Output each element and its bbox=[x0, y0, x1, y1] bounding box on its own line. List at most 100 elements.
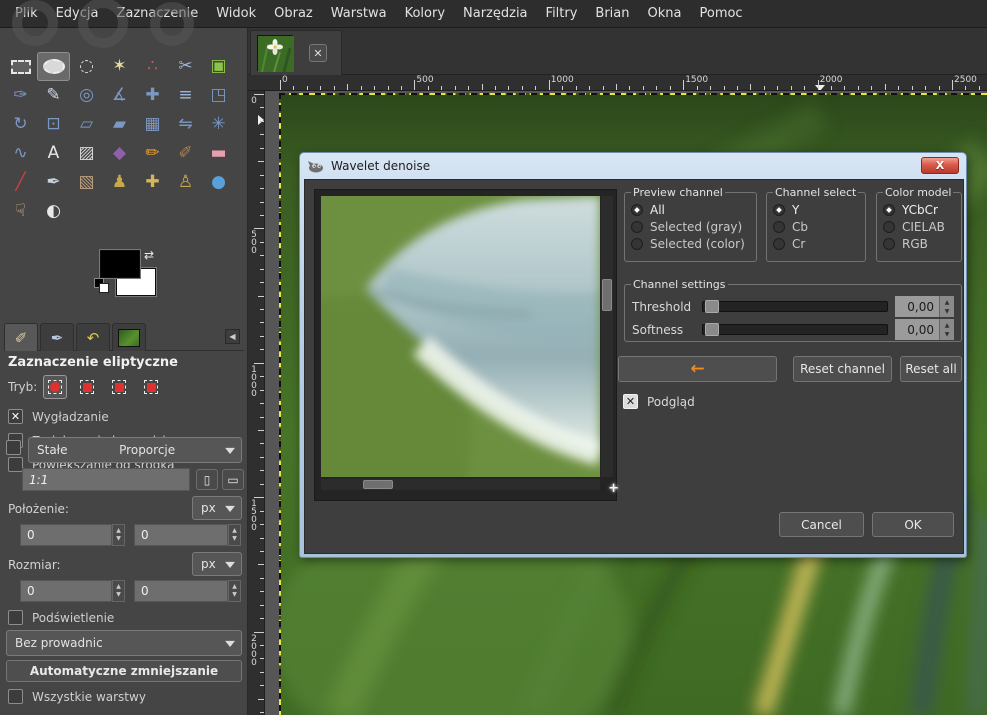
menu-brian[interactable]: Brian bbox=[586, 0, 638, 28]
position-x-field[interactable]: 0 bbox=[20, 524, 112, 546]
preview-checkbox[interactable]: ✕ bbox=[623, 394, 638, 409]
position-y-field[interactable]: 0 bbox=[134, 524, 228, 546]
mode-subtract-button[interactable] bbox=[107, 375, 131, 399]
tab-undo-history[interactable]: ↶ bbox=[76, 323, 110, 351]
clone-tool[interactable]: ♟ bbox=[103, 168, 136, 197]
checkbox-2[interactable] bbox=[8, 457, 23, 472]
radio-option-y[interactable]: Y bbox=[773, 201, 859, 218]
image-tab-close-icon[interactable]: ✕ bbox=[309, 44, 327, 62]
portrait-icon-button[interactable]: ▯ bbox=[196, 469, 218, 490]
heal-tool[interactable]: ✚ bbox=[136, 168, 169, 197]
bucket-fill-tool[interactable]: ▨ bbox=[70, 139, 103, 168]
rect-select-tool[interactable] bbox=[4, 52, 37, 81]
radio-option-selected-color-[interactable]: Selected (color) bbox=[631, 235, 750, 252]
apply-channel-button[interactable]: ← bbox=[618, 356, 777, 382]
cage-transform-tool[interactable]: ✳ bbox=[202, 110, 235, 139]
landscape-icon-button[interactable]: ▭ bbox=[222, 469, 244, 490]
radio-option-cielab[interactable]: CIELAB bbox=[883, 218, 955, 235]
radio-option-cb[interactable]: Cb bbox=[773, 218, 859, 235]
mode-add-button[interactable] bbox=[75, 375, 99, 399]
measure-tool[interactable]: ∡ bbox=[103, 81, 136, 110]
fuzzy-select-tool[interactable]: ✶ bbox=[103, 52, 136, 81]
reset-channel-button[interactable]: Reset channel bbox=[793, 356, 892, 382]
crop-tool[interactable]: ◳ bbox=[202, 81, 235, 110]
fixed-dropdown[interactable]: Stałe Proporcje ▼ bbox=[28, 437, 242, 463]
blur-tool[interactable]: ● bbox=[202, 168, 235, 197]
reset-all-button[interactable]: Reset all bbox=[900, 356, 962, 382]
dock-collapse-button[interactable]: ◀ bbox=[225, 329, 240, 344]
preview-horizontal-scrollbar[interactable] bbox=[321, 479, 600, 490]
scale-tool[interactable]: ⊡ bbox=[37, 110, 70, 139]
vertical-ruler[interactable]: 0500100015002000 bbox=[248, 91, 265, 715]
warp-tool[interactable]: ∿ bbox=[4, 139, 37, 168]
paintbrush-tool[interactable]: ✐ bbox=[169, 139, 202, 168]
3d-transform-tool[interactable]: ▦ bbox=[136, 110, 169, 139]
highlight-checkbox[interactable] bbox=[8, 610, 23, 625]
ink-tool[interactable]: ✒ bbox=[37, 168, 70, 197]
menu-okna[interactable]: Okna bbox=[639, 0, 691, 28]
preview-navigation-icon[interactable]: + bbox=[608, 481, 619, 496]
radio-option-all[interactable]: All bbox=[631, 201, 750, 218]
mypaint-brush-tool[interactable]: ▧ bbox=[70, 168, 103, 197]
menu-kolory[interactable]: Kolory bbox=[396, 0, 454, 28]
mode-replace-button[interactable] bbox=[43, 375, 67, 399]
pencil-tool[interactable]: ✏ bbox=[136, 139, 169, 168]
fixed-checkbox[interactable] bbox=[6, 440, 21, 455]
swap-colors-icon[interactable]: ⇄ bbox=[144, 248, 154, 262]
dialog-close-button[interactable]: X bbox=[921, 157, 959, 174]
threshold-spinner[interactable]: ▲▼ bbox=[939, 296, 954, 317]
radio-option-selected-gray-[interactable]: Selected (gray) bbox=[631, 218, 750, 235]
aspect-ratio-input[interactable]: 1:1 bbox=[22, 468, 190, 491]
preview-vertical-scrollbar[interactable] bbox=[601, 196, 613, 477]
foreground-select-tool[interactable]: ▣ bbox=[202, 52, 235, 81]
gradient-tool[interactable]: ◆ bbox=[103, 139, 136, 168]
image-tab[interactable]: ✕ bbox=[250, 30, 342, 75]
align-tool[interactable]: ≡ bbox=[169, 81, 202, 110]
perspective-tool[interactable]: ▰ bbox=[103, 110, 136, 139]
radio-option-ycbcr[interactable]: YCbCr bbox=[883, 201, 955, 218]
preview-vertical-scroll-thumb[interactable] bbox=[602, 279, 612, 311]
threshold-slider[interactable] bbox=[702, 301, 888, 312]
position-x-spinner[interactable]: ▲▼ bbox=[112, 524, 125, 546]
paths-tool[interactable]: ✑ bbox=[4, 81, 37, 110]
menu-narzędzia[interactable]: Narzędzia bbox=[454, 0, 537, 28]
sample-merged-checkbox[interactable] bbox=[8, 689, 23, 704]
tab-device-status[interactable]: ✒ bbox=[40, 323, 74, 351]
perspective-clone-tool[interactable]: ♙ bbox=[169, 168, 202, 197]
menu-warstwa[interactable]: Warstwa bbox=[322, 0, 396, 28]
ok-button[interactable]: OK bbox=[872, 512, 954, 537]
softness-value[interactable]: 0,00 bbox=[895, 319, 939, 340]
menu-pomoc[interactable]: Pomoc bbox=[690, 0, 751, 28]
default-colors-icon[interactable] bbox=[94, 278, 110, 294]
move-tool[interactable]: ✚ bbox=[136, 81, 169, 110]
menu-widok[interactable]: Widok bbox=[207, 0, 265, 28]
auto-shrink-button[interactable]: Automatyczne zmniejszanie bbox=[6, 660, 242, 682]
eraser-tool[interactable]: ▬ bbox=[202, 139, 235, 168]
softness-slider[interactable] bbox=[702, 324, 888, 335]
radio-option-rgb[interactable]: RGB bbox=[883, 235, 955, 252]
dodge-burn-tool[interactable]: ◐ bbox=[37, 197, 70, 226]
mode-intersect-button[interactable] bbox=[139, 375, 163, 399]
select-by-color-tool[interactable]: ∴ bbox=[136, 52, 169, 81]
zoom-tool[interactable]: ◎ bbox=[70, 81, 103, 110]
position-unit-dropdown[interactable]: px▼ bbox=[192, 496, 242, 520]
color-picker-tool[interactable]: ✎ bbox=[37, 81, 70, 110]
checkbox-0[interactable]: ✕ bbox=[8, 409, 23, 424]
threshold-value[interactable]: 0,00 bbox=[895, 296, 939, 317]
airbrush-tool[interactable]: ╱ bbox=[4, 168, 37, 197]
foreground-color-swatch[interactable] bbox=[100, 250, 140, 278]
cancel-button[interactable]: Cancel bbox=[779, 512, 864, 537]
size-width-field[interactable]: 0 bbox=[20, 580, 112, 602]
size-unit-dropdown[interactable]: px▼ bbox=[192, 552, 242, 576]
rotate-tool[interactable]: ↻ bbox=[4, 110, 37, 139]
shear-tool[interactable]: ▱ bbox=[70, 110, 103, 139]
preview-image[interactable] bbox=[321, 196, 600, 477]
dialog-titlebar[interactable]: Wavelet denoise X bbox=[300, 153, 966, 179]
guides-dropdown[interactable]: Bez prowadnic▼ bbox=[6, 630, 242, 656]
radio-option-cr[interactable]: Cr bbox=[773, 235, 859, 252]
tab-tool-options[interactable]: ✐ bbox=[4, 323, 38, 351]
menu-obraz[interactable]: Obraz bbox=[265, 0, 322, 28]
softness-spinner[interactable]: ▲▼ bbox=[939, 319, 954, 340]
text-tool[interactable]: A bbox=[37, 139, 70, 168]
ellipse-select-tool[interactable] bbox=[37, 52, 70, 81]
